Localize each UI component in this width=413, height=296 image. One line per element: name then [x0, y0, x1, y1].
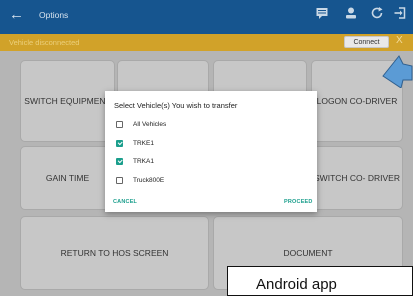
vehicle-option-label: All Vehicles — [133, 121, 167, 128]
select-vehicle-dialog: Select Vehicle(s) You wish to transfer A… — [105, 91, 317, 212]
logout-icon[interactable] — [393, 6, 407, 20]
app-bar: ← Options — [0, 0, 413, 34]
proceed-button[interactable]: PROCEED — [284, 199, 313, 205]
vehicle-option-label: TRKE1 — [133, 140, 154, 147]
checkbox-checked-icon[interactable] — [116, 140, 123, 147]
gain-time-button[interactable]: GAIN TIME — [20, 146, 115, 210]
callout-arrow-icon — [382, 55, 413, 88]
dialog-title: Select Vehicle(s) You wish to transfer — [114, 101, 238, 110]
checkbox-checked-icon[interactable] — [116, 158, 123, 165]
vehicle-option-all[interactable]: All Vehicles — [116, 121, 166, 128]
switch-codriver-button[interactable]: SWITCH CO- DRIVER — [311, 146, 403, 210]
vehicle-option-trka1[interactable]: TRKA1 — [116, 158, 154, 165]
checkbox-icon[interactable] — [116, 177, 123, 184]
vehicle-option-label: TRKA1 — [133, 158, 154, 165]
refresh-icon[interactable] — [370, 6, 384, 20]
switch-equipment-button[interactable]: SWITCH EQUIPMENT — [20, 60, 115, 142]
chat-icon[interactable] — [315, 6, 329, 20]
arrow-left-icon[interactable]: ← — [9, 7, 24, 22]
driver-icon[interactable] — [344, 6, 358, 20]
page-title: Options — [39, 10, 69, 20]
close-status-icon[interactable]: X — [396, 35, 403, 46]
caption-label: Android app — [227, 266, 413, 296]
vehicle-option-trke1[interactable]: TRKE1 — [116, 140, 154, 147]
checkbox-icon[interactable] — [116, 121, 123, 128]
vehicle-option-label: Truck800E — [133, 177, 165, 184]
return-to-hos-button[interactable]: RETURN TO HOS SCREEN — [20, 216, 209, 290]
connection-status-text: Vehicle disconnected — [9, 38, 80, 47]
vehicle-option-truck800e[interactable]: Truck800E — [116, 177, 164, 184]
connect-button[interactable]: Connect — [344, 36, 389, 48]
cancel-button[interactable]: CANCEL — [113, 199, 137, 205]
